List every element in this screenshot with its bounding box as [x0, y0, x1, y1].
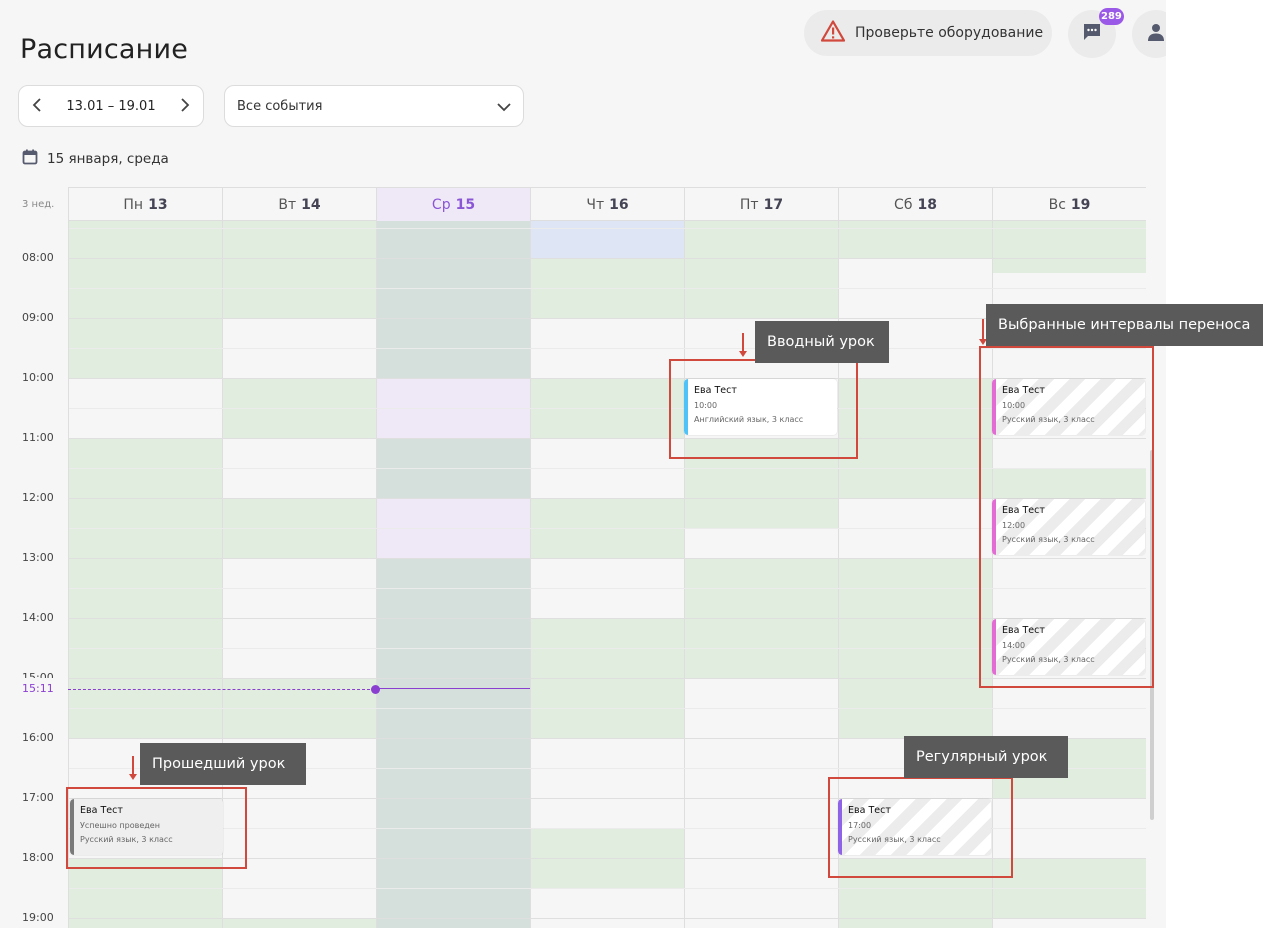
available-slot[interactable]: [69, 221, 222, 318]
day-header-tue[interactable]: Вт 14: [223, 188, 377, 221]
day-header-sat[interactable]: Сб 18: [839, 188, 993, 221]
equipment-warning-button[interactable]: Проверьте оборудование: [804, 10, 1052, 56]
equipment-warning-label: Проверьте оборудование: [855, 25, 1044, 41]
week-number: 3 нед.: [22, 199, 55, 210]
day-header-fri[interactable]: Пт 17: [685, 188, 839, 221]
current-date-label: 15 января, среда: [47, 151, 169, 167]
available-slot[interactable]: [223, 918, 376, 928]
events-filter-select[interactable]: Все события: [224, 85, 524, 127]
user-icon: [1146, 22, 1166, 46]
time-label: 12:00: [22, 491, 54, 504]
annotation-box-regular: [828, 777, 1013, 878]
current-date: 15 января, среда: [22, 149, 169, 169]
current-time-line: [375, 688, 530, 689]
day-header-thu[interactable]: Чт 16: [531, 188, 685, 221]
time-label: 14:00: [22, 611, 54, 624]
annotation-box-transfer: [979, 346, 1154, 688]
chevron-right-icon[interactable]: [180, 97, 190, 116]
grid-line: [69, 918, 1146, 919]
annotation-past: Прошедший урок: [140, 743, 306, 785]
annotation-transfer: Выбранные интервалы переноса: [986, 304, 1263, 346]
time-label: 19:00: [22, 911, 54, 924]
time-label: 18:00: [22, 851, 54, 864]
current-time-label: 15:11: [22, 682, 54, 695]
chevron-left-icon[interactable]: [32, 97, 42, 116]
current-time-line-past: [68, 689, 375, 690]
day-header-wed[interactable]: Ср 15: [377, 188, 531, 221]
current-time-dot: [371, 685, 380, 694]
available-slot[interactable]: [685, 221, 838, 318]
available-slot[interactable]: [223, 221, 376, 318]
available-slot[interactable]: [839, 221, 992, 258]
page-title: Расписание: [20, 34, 189, 65]
day-header-row: Пн 13 Вт 14 Ср 15 Чт 16 Пт 17 Сб 18 Вс 19: [69, 187, 1146, 221]
annotation-box-past: [66, 787, 247, 869]
annotation-regular: Регулярный урок: [904, 736, 1068, 778]
events-filter-value: Все события: [237, 98, 323, 114]
time-label: 08:00: [22, 251, 54, 264]
time-label: 09:00: [22, 311, 54, 324]
grid-line: [69, 708, 1146, 709]
annotation-pointer: [129, 756, 137, 780]
grid-line: [69, 258, 1146, 259]
calendar-icon: [22, 149, 38, 169]
selected-slot[interactable]: [531, 221, 684, 258]
chevron-down-icon: [497, 97, 511, 116]
profile-button[interactable]: [1132, 10, 1166, 58]
annotation-pointer: [739, 333, 747, 357]
time-label: 13:00: [22, 551, 54, 564]
week-range: 13.01 – 19.01: [66, 98, 156, 114]
time-label: 11:00: [22, 431, 54, 444]
annotation-box-intro: [669, 359, 858, 459]
grid-line: [69, 288, 1146, 289]
grid-line: [69, 318, 1146, 319]
grid-line: [69, 228, 1146, 229]
chat-icon: [1082, 22, 1102, 46]
annotation-intro: Вводный урок: [755, 321, 889, 363]
messages-badge: 289: [1099, 8, 1124, 25]
time-label: 17:00: [22, 791, 54, 804]
warning-icon: [820, 20, 846, 46]
time-label: 15:00: [22, 671, 54, 678]
time-label: 16:00: [22, 731, 54, 744]
day-header-sun[interactable]: Вс 19: [993, 188, 1146, 221]
time-label: 10:00: [22, 371, 54, 384]
day-column-wed: [377, 221, 531, 928]
week-navigator: 13.01 – 19.01: [18, 85, 204, 127]
annotation-pointer: [979, 319, 987, 345]
day-column-thu: [531, 221, 685, 928]
grid-line: [69, 888, 1146, 889]
day-header-mon[interactable]: Пн 13: [69, 188, 223, 221]
